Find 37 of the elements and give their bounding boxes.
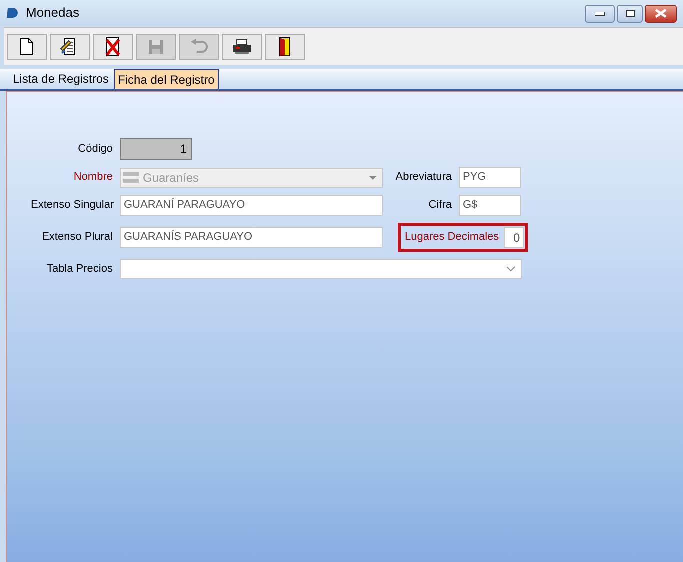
code-field: 1 [120, 138, 192, 160]
text-field[interactable]: PYG [459, 167, 521, 188]
toolbar-button[interactable] [222, 34, 262, 60]
app-logo-icon [6, 7, 18, 19]
tab[interactable]: Ficha del Registro [114, 69, 219, 89]
toolbar-button[interactable] [50, 34, 90, 60]
toolbar-button[interactable] [265, 34, 305, 60]
field-label: Lugares Decimales [405, 230, 500, 246]
field-label: Nombre [72, 170, 113, 186]
text-field[interactable]: 0 [504, 227, 524, 248]
field-label: Tabla Precios [46, 262, 113, 277]
flag-icon [123, 172, 139, 183]
door-icon [279, 36, 291, 56]
close-icon [655, 9, 667, 18]
delete-page-icon [105, 36, 121, 56]
field-label: Abreviatura [394, 170, 452, 186]
field-label: Código [77, 142, 113, 157]
window-title: Monedas [26, 4, 80, 22]
text-field[interactable]: GUARANÍ PARAGUAYO [120, 195, 383, 216]
dropdown-caret-icon [369, 176, 377, 180]
dropdown-caret-icon [506, 266, 516, 272]
minimize-button[interactable] [585, 4, 615, 22]
undo-arrow-icon [190, 38, 208, 54]
toolbar-button[interactable] [7, 34, 47, 60]
tab[interactable]: Lista de Registros [10, 69, 112, 89]
minimize-icon [595, 12, 605, 16]
field-label: Cifra [428, 198, 452, 214]
blank-page-icon [20, 38, 34, 56]
text-field[interactable]: G$ [459, 195, 521, 216]
text-field[interactable]: GUARANÍS PARAGUAYO [120, 227, 383, 248]
toolbar-button[interactable] [93, 34, 133, 60]
restore-icon [626, 10, 634, 17]
field-label: Extenso Plural [41, 230, 113, 246]
close-button[interactable] [645, 4, 677, 22]
printer-icon [232, 38, 252, 54]
maximize-button[interactable] [617, 4, 643, 22]
field-label: Extenso Singular [31, 198, 113, 214]
